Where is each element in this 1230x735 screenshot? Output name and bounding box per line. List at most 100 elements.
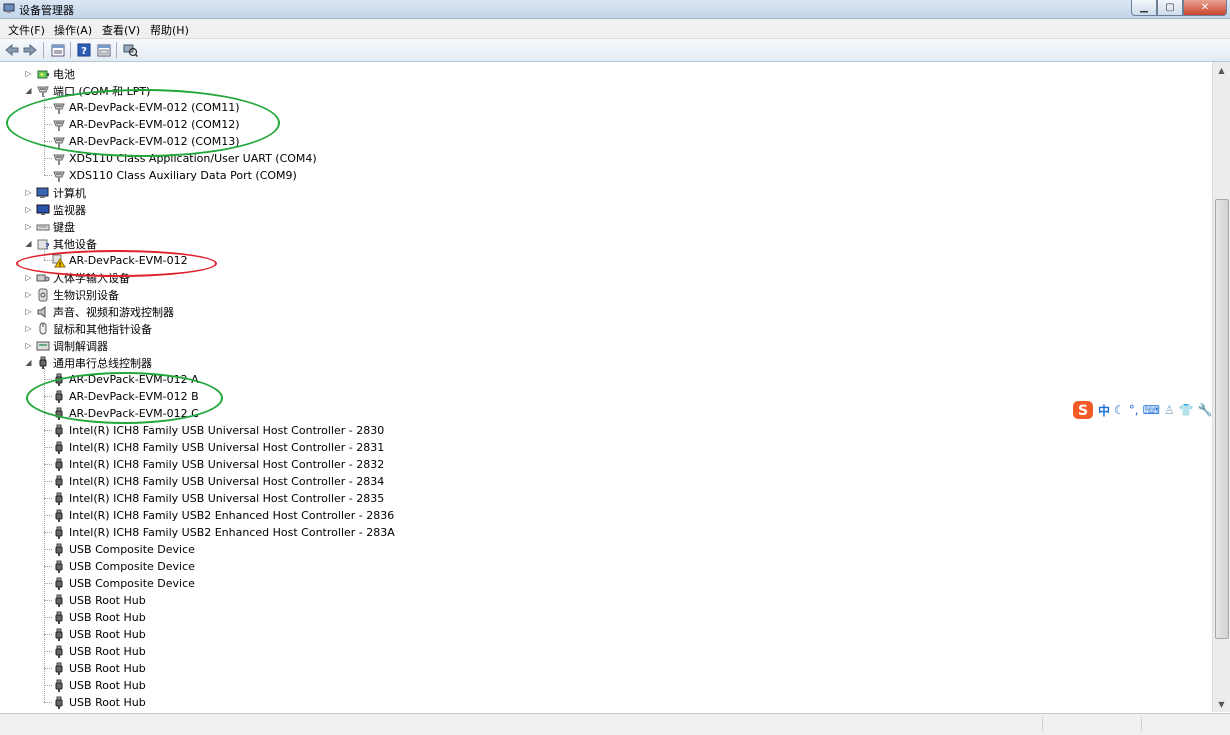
tree-item-label: Intel(R) ICH8 Family USB Universal Host … (69, 475, 385, 488)
scroll-down-arrow-icon[interactable]: ▼ (1213, 696, 1230, 712)
ime-mode-label[interactable]: 中 (1098, 402, 1110, 419)
tree-device[interactable]: Intel(R) ICH8 Family USB Universal Host … (52, 490, 384, 507)
menu-file[interactable]: 文件(F) (8, 22, 45, 38)
tree-item-label: 计算机 (53, 186, 86, 200)
expanded-arrow-icon[interactable]: ◢ (24, 239, 33, 248)
tree-device[interactable]: AR-DevPack-EVM-012 (COM13) (52, 133, 240, 150)
tree-connector (44, 464, 52, 465)
menu-action[interactable]: 操作(A) (54, 22, 92, 38)
scroll-thumb[interactable] (1215, 199, 1229, 639)
sogou-logo-icon[interactable]: S (1072, 400, 1094, 420)
tree-device[interactable]: USB Root Hub (52, 592, 146, 609)
expanded-arrow-icon[interactable]: ◢ (24, 358, 33, 367)
tree-category[interactable]: ▷ 声音、视频和游戏控制器 (24, 303, 174, 320)
tree-connector (44, 158, 52, 159)
tree-device[interactable]: Intel(R) ICH8 Family USB2 Enhanced Host … (52, 507, 394, 524)
tree-device[interactable]: USB Root Hub (52, 626, 146, 643)
collapsed-arrow-icon[interactable]: ▷ (24, 341, 33, 350)
menu-help[interactable]: 帮助(H) (150, 22, 189, 38)
tree-connector (44, 107, 52, 108)
tree-device[interactable]: AR-DevPack-EVM-012 A (52, 371, 199, 388)
collapsed-arrow-icon[interactable]: ▷ (24, 205, 33, 214)
tree-device[interactable]: Intel(R) ICH8 Family USB2 Enhanced Host … (52, 524, 395, 541)
tree-device[interactable]: Intel(R) ICH8 Family USB Universal Host … (52, 473, 384, 490)
tree-category[interactable]: ◢? 其他设备 (24, 235, 97, 252)
tree-category[interactable]: ▷ 监视器 (24, 201, 86, 218)
keyboard-icon[interactable]: ⌨ (1143, 403, 1160, 417)
tree-device[interactable]: AR-DevPack-EVM-012 (COM11) (52, 99, 240, 116)
settings-wrench-icon[interactable]: 🔧 (1198, 403, 1213, 417)
expanded-arrow-icon[interactable]: ◢ (24, 86, 33, 95)
scan-hardware-icon[interactable] (122, 42, 138, 58)
forward-icon[interactable] (22, 42, 38, 58)
tree-category[interactable]: ▷ 调制解调器 (24, 337, 108, 354)
usb-icon (52, 475, 66, 489)
tree-device[interactable]: AR-DevPack-EVM-012 (COM12) (52, 116, 240, 133)
usb-icon (52, 424, 66, 438)
tree-category[interactable]: ◢ 端口 (COM 和 LPT) (24, 82, 150, 99)
tree-category[interactable]: ▷ 计算机 (24, 184, 86, 201)
minimize-button[interactable]: ▁ (1131, 0, 1157, 16)
tree-device[interactable]: XDS110 Class Auxiliary Data Port (COM9) (52, 167, 297, 184)
properties-icon[interactable] (96, 42, 112, 58)
usb-icon (52, 373, 66, 387)
collapsed-arrow-icon[interactable]: ▷ (24, 324, 33, 333)
tree-item-label: USB Root Hub (69, 594, 146, 607)
tree-connector (44, 651, 52, 652)
tree-device[interactable]: AR-DevPack-EVM-012 C (52, 405, 199, 422)
tree-item-label: AR-DevPack-EVM-012 (COM13) (69, 135, 240, 148)
collapsed-arrow-icon[interactable]: ▷ (24, 69, 33, 78)
close-button[interactable]: ✕ (1183, 0, 1227, 16)
tree-device[interactable]: Intel(R) ICH8 Family USB Universal Host … (52, 456, 384, 473)
tree-device[interactable]: USB Composite Device (52, 575, 195, 592)
properties-list-icon[interactable] (50, 42, 66, 58)
tree-item-label: USB Composite Device (69, 543, 195, 556)
collapsed-arrow-icon[interactable]: ▷ (24, 273, 33, 282)
toolbar-separator (43, 42, 44, 58)
tree-category[interactable]: ▷ 人体学输入设备 (24, 269, 130, 286)
tree-device[interactable]: USB Composite Device (52, 558, 195, 575)
punctuation-icon[interactable]: °, (1129, 403, 1139, 417)
tree-category[interactable]: ◢ 通用串行总线控制器 (24, 354, 152, 371)
tree-category[interactable]: ▷ 鼠标和其他指针设备 (24, 320, 152, 337)
collapsed-arrow-icon[interactable]: ▷ (24, 188, 33, 197)
scroll-up-arrow-icon[interactable]: ▲ (1213, 62, 1230, 78)
moon-icon[interactable]: ☾ (1114, 403, 1125, 417)
port-icon (52, 169, 66, 183)
menu-view[interactable]: 查看(V) (102, 22, 140, 38)
tree-device[interactable]: XDS110 Class Application/User UART (COM4… (52, 150, 317, 167)
tree-device[interactable]: USB Root Hub (52, 643, 146, 660)
tree-device[interactable]: USB Root Hub (52, 694, 146, 711)
help-icon[interactable]: ? (76, 42, 92, 58)
tree-category[interactable]: ▷ 电池 (24, 65, 75, 82)
tree-device[interactable]: AR-DevPack-EVM-012 (52, 252, 188, 269)
tree-device[interactable]: Intel(R) ICH8 Family USB Universal Host … (52, 439, 384, 456)
tree-connector (44, 549, 52, 550)
tree-device[interactable]: USB Root Hub (52, 609, 146, 626)
tree-connector (44, 379, 52, 380)
tree-device[interactable]: AR-DevPack-EVM-012 B (52, 388, 199, 405)
collapsed-arrow-icon[interactable]: ▷ (24, 290, 33, 299)
collapsed-arrow-icon[interactable]: ▷ (24, 222, 33, 231)
tree-connector (44, 668, 52, 669)
tree-category[interactable]: ▷ 键盘 (24, 218, 75, 235)
port-icon (52, 118, 66, 132)
tree-item-label: Intel(R) ICH8 Family USB Universal Host … (69, 424, 385, 437)
user-icon[interactable]: ♙ (1164, 403, 1175, 417)
back-icon[interactable] (4, 42, 20, 58)
tree-device[interactable]: USB Root Hub (52, 677, 146, 694)
tree-connector (44, 617, 52, 618)
skin-icon[interactable]: 👕 (1179, 403, 1194, 417)
maximize-button[interactable]: ▢ (1157, 0, 1183, 16)
menu-bar: 文件(F) 操作(A) 查看(V) 帮助(H) (0, 19, 1230, 39)
tree-device[interactable]: Intel(R) ICH8 Family USB Universal Host … (52, 422, 384, 439)
tree-connector (44, 515, 52, 516)
tree-category[interactable]: ▷ 生物识别设备 (24, 286, 119, 303)
tree-item-label: 其他设备 (53, 237, 97, 251)
ime-toolbar[interactable]: S 中 ☾ °, ⌨ ♙ 👕 🔧 (1072, 399, 1230, 421)
tree-device[interactable]: USB Root Hub (52, 660, 146, 677)
collapsed-arrow-icon[interactable]: ▷ (24, 307, 33, 316)
tree-device[interactable]: USB Composite Device (52, 541, 195, 558)
vertical-scrollbar[interactable]: ▲ ▼ (1212, 62, 1230, 712)
tree-connector (44, 498, 52, 499)
